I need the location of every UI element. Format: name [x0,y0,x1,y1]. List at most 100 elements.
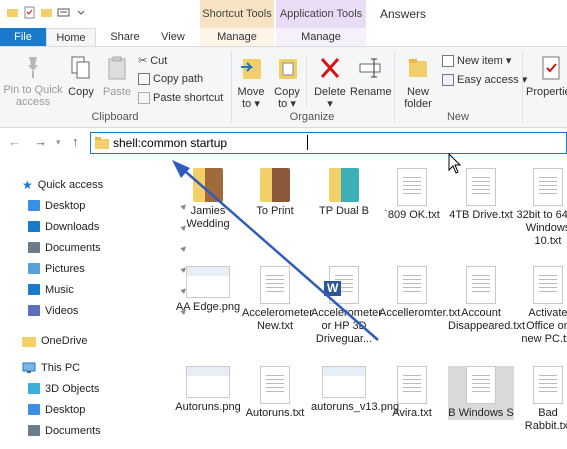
file-item[interactable]: Jamies Wedding [175,168,241,231]
folder-icon [22,336,36,347]
tab-home[interactable]: Home [46,28,96,46]
easy-access-button[interactable]: Easy access ▾ [442,73,527,86]
sidebar-item-label: Desktop [45,403,86,416]
context-tab-shortcut-tools: Shortcut Tools [200,0,274,28]
chevron-down-icon[interactable] [74,6,87,19]
ribbon-separator [394,51,395,123]
file-item[interactable]: To Print [242,168,308,218]
sidebar-item-videos[interactable]: Videos ▲ [0,300,203,321]
back-arrow-icon[interactable]: ← [8,134,21,149]
sidebar-item-music[interactable]: Music ▲ [0,279,203,300]
sidebar-item-onedrive[interactable]: OneDrive [0,330,197,351]
file-item[interactable]: Activate Office on new PC.txt [515,266,567,346]
3d-objects-icon [28,383,40,394]
file-item[interactable]: Accelerometer New.txt [242,266,313,333]
navigation-pane: ★ Quick access Desktop ▲ Downloads ▲ Documen… [0,170,191,449]
file-name: Autoruns.png [175,401,241,413]
computer-icon [22,362,36,373]
file-name: B Windows S [448,407,514,419]
file-name: `809 OK.txt [384,209,440,221]
new-folder-icon [409,59,427,77]
address-input[interactable]: shell:common startup [113,136,227,150]
text-file-icon [260,366,290,404]
easy-access-icon [442,73,454,86]
desktop-icon [28,200,40,211]
tab-share[interactable]: Share [100,28,150,46]
sidebar-item-label: Desktop [45,199,86,212]
paste-button[interactable]: Paste [100,55,134,98]
file-item[interactable]: Bad Rabbit.txt [515,366,567,433]
file-item[interactable]: Account Disappeared.txt [448,266,525,333]
move-to-button[interactable]: Move to ▾ [236,55,266,110]
rename-icon [359,58,381,78]
properties-icon[interactable] [23,6,36,19]
address-bar[interactable]: shell:common startup [90,132,567,154]
file-item[interactable]: 4TB Drive.txt [448,168,514,222]
customize-qat-icon[interactable] [57,6,70,19]
file-item[interactable]: W Accelerometer or HP 3D Driveguar... [311,266,382,346]
file-item[interactable]: autoruns_v13.png [311,366,399,414]
cut-button[interactable]: ✂ Cut [138,54,167,68]
text-caret [307,135,308,150]
file-name: Accelerometer or HP 3D Driveguar... [311,307,382,345]
file-item[interactable]: Autoruns.txt [242,366,308,420]
file-item[interactable]: `809 OK.txt [379,168,445,222]
up-arrow-icon[interactable]: ↑ [72,134,79,149]
sidebar-item-label: Videos [45,304,79,317]
tab-file[interactable]: File [0,28,46,46]
sidebar-item-quick-access[interactable]: ★ Quick access [0,174,197,195]
recent-locations-icon[interactable]: ▾ [56,137,61,148]
file-item[interactable]: Autoruns.png [175,366,241,414]
file-item[interactable]: AA Edge.png [175,266,241,314]
copy-button[interactable]: Copy [64,55,98,98]
tab-manage-shortcut[interactable]: Manage [200,28,274,46]
new-item-icon [442,54,454,67]
move-to-icon [241,59,261,79]
copy-to-button[interactable]: Copy to ▾ [272,55,302,110]
pin-quick-access-button[interactable]: Pin to Quick access [2,55,64,108]
word-document-icon: W [324,266,359,304]
sidebar-item-pictures[interactable]: Pictures ▲ [0,258,203,279]
sidebar-item-label: Documents [45,241,101,254]
sidebar-item-pc-desktop[interactable]: Desktop [0,399,203,420]
file-item[interactable]: TP Dual B [311,168,377,218]
file-item[interactable]: B Windows S [448,366,514,420]
file-item[interactable]: Accelleromter.txt [379,266,460,320]
properties-icon [542,56,560,80]
rename-button[interactable]: Rename [350,55,392,98]
text-file-icon [260,266,290,304]
delete-x-icon [320,58,340,78]
copy-path-button[interactable]: Copy path [138,73,203,85]
file-item[interactable]: 32bit to 64bit Windows 10.txt [515,168,567,248]
image-file-icon [186,366,230,398]
new-folder-icon[interactable] [40,6,53,19]
sidebar-item-label: 3D Objects [45,382,100,395]
properties-button[interactable]: Properties [526,55,567,98]
file-item[interactable]: Avira.txt [379,366,445,420]
sidebar-item-pc-3d-objects[interactable]: 3D Objects [0,378,203,399]
new-item-button[interactable]: New item ▾ [442,54,511,67]
tab-manage-application[interactable]: Manage [276,28,366,46]
tab-view[interactable]: View [150,28,196,46]
ribbon-separator [306,55,307,107]
paste-shortcut-button[interactable]: Paste shortcut [138,92,223,104]
copy-icon [71,56,90,79]
folder-icon [329,168,359,202]
forward-arrow-icon[interactable]: → [34,134,47,149]
documents-icon [28,242,40,253]
sidebar-item-downloads[interactable]: Downloads ▲ [0,216,203,237]
sidebar-item-desktop[interactable]: Desktop ▲ [0,195,203,216]
sidebar-item-pc-documents[interactable]: Documents [0,420,203,441]
context-tab-application-tools: Application Tools [276,0,366,28]
folder-icon[interactable] [6,6,19,19]
scissors-icon: ✂ [138,55,148,67]
sidebar-item-documents[interactable]: Documents ▲ [0,237,203,258]
image-file-icon [186,266,230,298]
sidebar-item-this-pc[interactable]: This PC [0,357,197,378]
text-file-icon [466,366,496,404]
new-group-label: New [446,111,469,123]
delete-button[interactable]: Delete ▾ [312,55,348,110]
new-folder-button[interactable]: New folder [398,55,438,110]
file-name: TP Dual B [319,205,369,217]
chevron-down-icon: ▾ [505,55,512,67]
